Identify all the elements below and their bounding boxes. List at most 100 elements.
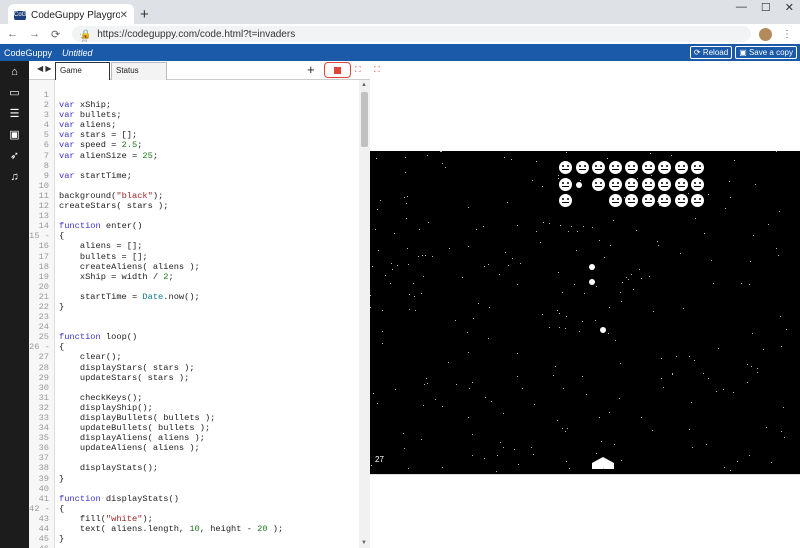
star xyxy=(592,227,593,228)
code-line[interactable]: 46 xyxy=(29,544,359,548)
code-line[interactable]: 42 - { xyxy=(29,504,359,514)
forward-icon[interactable]: → xyxy=(29,28,40,41)
code-line[interactable]: 11 background("black"); xyxy=(29,191,359,201)
code-line[interactable]: 30 xyxy=(29,383,359,393)
reload-page-icon[interactable]: ⟳ xyxy=(51,28,60,41)
code-line[interactable]: 18 createAliens( aliens ); xyxy=(29,262,359,272)
code-line[interactable]: 9 var startTime; xyxy=(29,171,359,181)
rocket-icon[interactable]: ➶ xyxy=(0,145,29,166)
code-line[interactable]: 44 text( aliens.length, 10, height - 20 … xyxy=(29,524,359,534)
close-tab-icon[interactable]: ✕ xyxy=(120,10,128,21)
code-line[interactable]: 25 function loop() xyxy=(29,332,359,342)
code-line[interactable]: 33 displayBullets( bullets ); xyxy=(29,413,359,423)
code-line[interactable]: 41 function displayStats() xyxy=(29,494,359,504)
code-line[interactable]: 5 var stars = []; xyxy=(29,130,359,140)
code-line[interactable]: 37 xyxy=(29,453,359,463)
line-text: clear(); xyxy=(59,352,122,363)
maximize-icon[interactable]: ☐ xyxy=(761,1,771,14)
code-editor[interactable]: 1 2 var xShip; 3 var bullets; 4 var aliens; 5 va… xyxy=(29,80,359,548)
code-line[interactable]: 39} xyxy=(29,474,359,484)
music-icon[interactable]: ♫ xyxy=(0,166,29,187)
code-line[interactable]: 20 xyxy=(29,282,359,292)
code-line[interactable]: 23 xyxy=(29,312,359,322)
code-line[interactable]: 34 updateBullets( bullets ); xyxy=(29,423,359,433)
scrollbar-thumb[interactable] xyxy=(361,92,368,147)
game-canvas[interactable]: 27 xyxy=(370,151,800,474)
star xyxy=(514,449,515,450)
add-file-button[interactable]: + xyxy=(307,62,315,77)
bookmark-star-icon[interactable]: ☆ xyxy=(80,33,89,45)
line-number: 7 xyxy=(43,150,49,161)
code-line[interactable]: 31 checkKeys(); xyxy=(29,393,359,403)
minimize-icon[interactable]: — xyxy=(736,1,747,14)
code-line[interactable]: 13 xyxy=(29,211,359,221)
alien xyxy=(691,161,704,174)
book-icon[interactable]: ▭ xyxy=(0,82,29,103)
code-line[interactable]: 19 xShip = width / 2; xyxy=(29,272,359,282)
star xyxy=(504,157,505,158)
code-line[interactable]: 22} xyxy=(29,302,359,312)
code-line[interactable]: 43 fill("white"); xyxy=(29,514,359,524)
code-line[interactable]: 16 aliens = []; xyxy=(29,241,359,251)
project-name[interactable]: Untitled xyxy=(62,48,93,58)
code-line[interactable]: 27 clear(); xyxy=(29,352,359,362)
line-text xyxy=(53,181,59,191)
code-line[interactable]: 8 xyxy=(29,161,359,171)
code-line[interactable]: 21 startTime = Date.now(); xyxy=(29,292,359,302)
code-line[interactable]: 1 xyxy=(29,90,359,100)
url-field[interactable]: 🔒 https://codeguppy.com/code.html?t=inva… xyxy=(72,26,751,45)
back-icon[interactable]: ← xyxy=(7,28,18,41)
code-line[interactable]: 28 displayStars( stars ); xyxy=(29,363,359,373)
tab-scroll-arrows-icon[interactable]: ◀ ▶ xyxy=(37,64,52,73)
code-line[interactable]: 12 createStars( stars ); xyxy=(29,201,359,211)
star xyxy=(449,248,450,249)
sidebar: ⌂ ▭ ☰ ▣ ➶ ♫ xyxy=(0,61,29,548)
code-line[interactable]: 29 updateStars( stars ); xyxy=(29,373,359,383)
browser-tab[interactable]: CoGu CodeGuppy Playground ✕ xyxy=(8,4,134,26)
code-line[interactable]: 36 updateAliens( aliens ); xyxy=(29,443,359,453)
expand-output-icon[interactable]: ⛶ xyxy=(374,65,380,75)
code-line[interactable]: 3 var bullets; xyxy=(29,110,359,120)
code-line[interactable]: 7 var alienSize = 25; xyxy=(29,151,359,161)
editor-scrollbar[interactable]: ▲ ▼ xyxy=(359,80,370,548)
expand-editor-icon[interactable]: ⛶ xyxy=(355,65,361,75)
code-line[interactable]: 15 - { xyxy=(29,231,359,241)
tab-status[interactable]: Status xyxy=(111,62,167,80)
scroll-up-icon[interactable]: ▲ xyxy=(361,82,367,88)
code-line[interactable]: 14 function enter() xyxy=(29,221,359,231)
code-line[interactable]: 10 xyxy=(29,181,359,191)
tab-game[interactable]: Game xyxy=(55,62,110,80)
star xyxy=(423,405,424,406)
new-tab-button[interactable]: + xyxy=(140,6,149,23)
code-line[interactable]: 38 displayStats(); xyxy=(29,463,359,473)
code-line[interactable]: 4 var aliens; xyxy=(29,120,359,130)
code-line[interactable]: 6 var speed = 2.5; xyxy=(29,140,359,150)
alien xyxy=(674,161,688,174)
brand-link[interactable]: CodeGuppy xyxy=(0,48,52,58)
home-icon[interactable]: ⌂ xyxy=(0,61,29,82)
output-divider xyxy=(370,474,800,475)
code-line[interactable]: 24 xyxy=(29,322,359,332)
list-icon[interactable]: ☰ xyxy=(0,103,29,124)
scroll-down-icon[interactable]: ▼ xyxy=(361,540,367,546)
code-line[interactable]: 35 displayAliens( aliens ); xyxy=(29,433,359,443)
stop-button[interactable] xyxy=(324,62,351,78)
code-line[interactable]: 17 bullets = []; xyxy=(29,252,359,262)
code-line[interactable]: 26 - { xyxy=(29,342,359,352)
save-copy-button[interactable]: ▣ Save a copy xyxy=(735,46,797,59)
code-line[interactable]: 40 xyxy=(29,484,359,494)
star xyxy=(621,460,622,461)
star xyxy=(569,468,570,469)
image-icon[interactable]: ▣ xyxy=(0,124,29,145)
code-line[interactable]: 45} xyxy=(29,534,359,544)
browser-menu-icon[interactable]: ⋮ xyxy=(782,29,792,40)
star xyxy=(377,209,378,210)
reload-button[interactable]: ⟳ Reload xyxy=(689,46,733,59)
close-window-icon[interactable]: ✕ xyxy=(785,1,794,14)
profile-avatar[interactable] xyxy=(759,27,772,41)
code-line[interactable]: 32 displayShip(); xyxy=(29,403,359,413)
alien xyxy=(559,161,572,174)
code-line[interactable]: 2 var xShip; xyxy=(29,100,359,110)
line-text xyxy=(53,90,59,100)
star xyxy=(405,157,406,158)
